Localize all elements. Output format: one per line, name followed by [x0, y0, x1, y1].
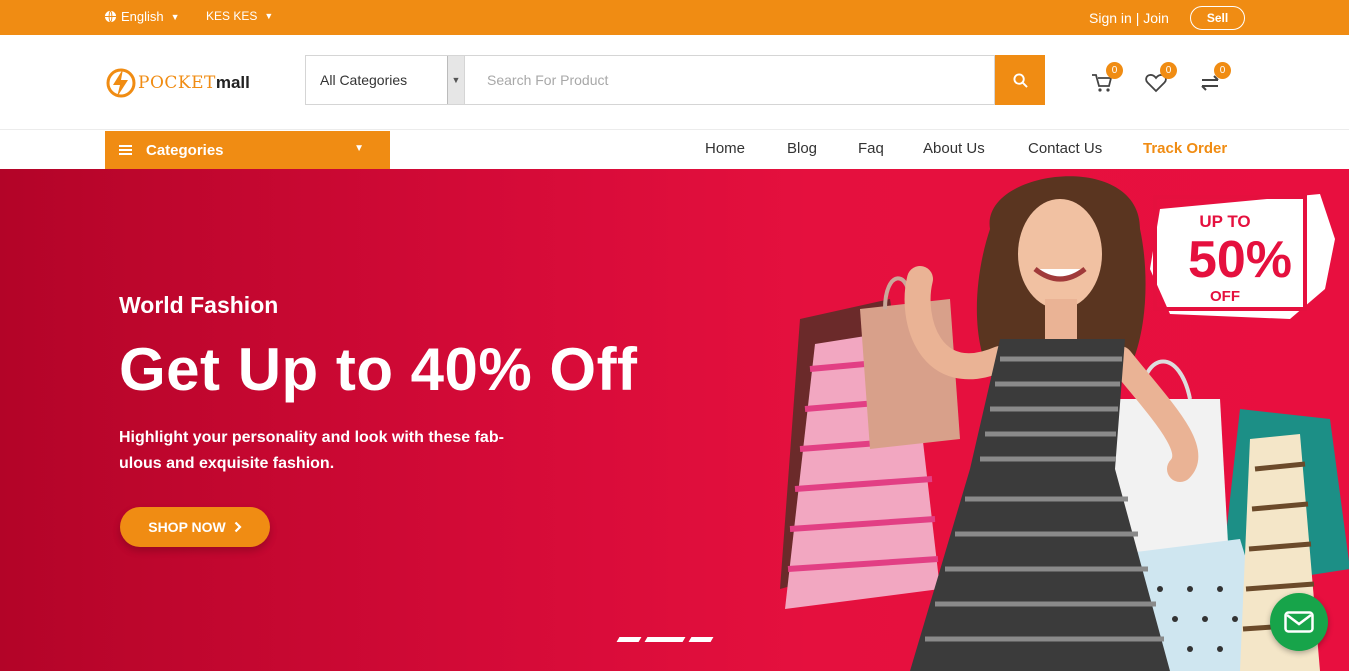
wishlist-button[interactable]: 0 — [1143, 62, 1177, 96]
nav-faq[interactable]: Faq — [858, 140, 884, 157]
chevron-down-icon: ▼ — [264, 11, 274, 21]
compare-button[interactable]: 0 — [1197, 62, 1231, 96]
cart-count-badge: 0 — [1106, 62, 1123, 79]
slider-dot-active[interactable] — [644, 637, 686, 642]
shop-now-label: SHOP NOW — [148, 519, 226, 535]
chat-button[interactable] — [1270, 593, 1328, 651]
signin-join-link[interactable]: Sign in | Join — [1089, 10, 1169, 26]
slider-dot[interactable] — [616, 637, 642, 642]
slider-pagination — [616, 637, 714, 642]
chevron-down-icon: ▼ — [447, 56, 464, 104]
hero-subtitle: World Fashion — [119, 292, 279, 318]
logo-text-mall: mall — [215, 73, 250, 92]
wishlist-count-badge: 0 — [1160, 62, 1177, 79]
nav-contact-us[interactable]: Contact Us — [1028, 140, 1102, 157]
shop-now-button[interactable]: SHOP NOW — [120, 507, 270, 547]
sell-button[interactable]: Sell — [1190, 6, 1245, 30]
hero-description: Highlight your personality and look with… — [119, 429, 504, 472]
slider-dot[interactable] — [688, 637, 714, 642]
site-logo[interactable]: POCKET mall — [106, 63, 250, 103]
nav-blog[interactable]: Blog — [787, 140, 817, 157]
language-label: English — [121, 9, 164, 24]
categories-label: Categories — [146, 141, 224, 159]
globe-icon — [104, 10, 117, 23]
cart-button[interactable]: 0 — [1089, 62, 1123, 96]
search-button[interactable] — [995, 55, 1045, 105]
categories-menu-button[interactable]: Categories ▼ — [105, 131, 390, 169]
hamburger-icon — [119, 143, 132, 157]
nav-home[interactable]: Home — [705, 140, 745, 157]
compare-count-badge: 0 — [1214, 62, 1231, 79]
language-selector[interactable]: English ▼ — [104, 9, 180, 24]
category-select[interactable]: All Categories ▼ — [305, 55, 465, 105]
chevron-right-icon — [234, 521, 242, 533]
currency-selector[interactable]: KES KES ▼ — [206, 9, 273, 23]
promo-up-to: UP TO — [1199, 212, 1250, 231]
main-header: POCKET mall All Categories ▼ 0 0 0 — [0, 35, 1349, 130]
chevron-down-icon: ▼ — [170, 11, 180, 22]
promo-badge: UP TO 50% OFF — [1150, 194, 1335, 319]
promo-percent: 50% — [1188, 231, 1292, 289]
hero-slider: World Fashion Get Up to 40% Off Highligh… — [0, 169, 1349, 671]
top-bar: English ▼ KES KES ▼ Sign in | Join Sell — [0, 0, 1349, 35]
search-input[interactable] — [465, 55, 995, 105]
hero-headline: Get Up to 40% Off — [119, 336, 638, 403]
mail-icon — [1284, 611, 1314, 633]
search-icon — [1012, 72, 1028, 88]
nav-about-us[interactable]: About Us — [923, 140, 985, 157]
chevron-down-icon: ▼ — [354, 143, 364, 154]
promo-off: OFF — [1210, 288, 1240, 305]
logo-bolt-icon — [106, 68, 136, 98]
nav-track-order[interactable]: Track Order — [1143, 140, 1227, 157]
category-select-value: All Categories — [320, 72, 408, 88]
currency-label: KES KES — [206, 9, 258, 23]
logo-text-pocket: POCKET — [138, 73, 216, 93]
